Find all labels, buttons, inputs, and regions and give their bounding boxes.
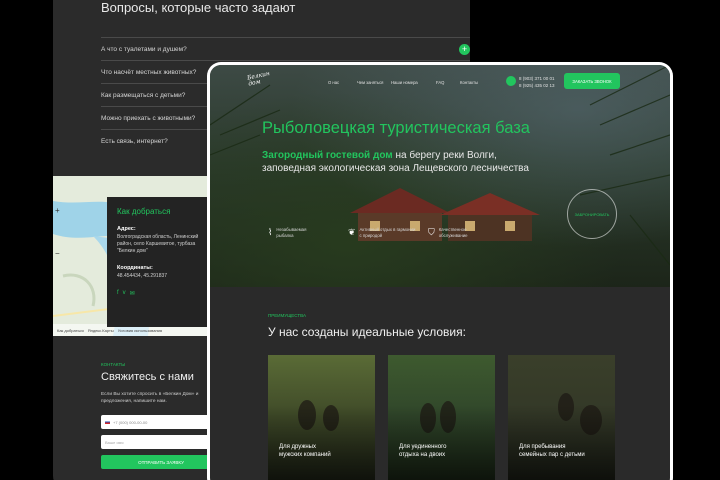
feature-text: Активный отдых в гармонии с природой (359, 227, 416, 238)
nav-menu: О нас Чем заняться Наши номера FAQ Конта… (328, 80, 490, 85)
book-badge[interactable]: ЗАБРОНИРОВАТЬ (567, 189, 617, 239)
front-screen: Белкин дом О нас Чем заняться Наши номер… (207, 62, 673, 480)
card-caption-line: семейных пар с детьми (519, 452, 585, 458)
faq-item[interactable]: А что с туалетами и душем? + (101, 37, 470, 60)
card-caption: Для пребывания семейных пар с детьми (519, 443, 585, 459)
faq-title: Вопросы, которые часто задают (101, 0, 296, 15)
card-caption: Для дружных мужских компаний (279, 443, 331, 459)
zoom-in-icon[interactable]: + (55, 206, 63, 215)
name-input[interactable]: Ваше имя (101, 435, 221, 449)
card-friends[interactable]: Для дружных мужских компаний (268, 355, 375, 480)
nav-item-faq[interactable]: FAQ (436, 80, 460, 85)
nav-item-about[interactable]: О нас (328, 80, 357, 85)
map-zoom[interactable]: + − (55, 206, 63, 258)
card-families[interactable]: Для пребывания семейных пар с детьми (508, 355, 615, 480)
card-caption-line: Для уединенного (399, 444, 447, 450)
feature-service: ⛉ Качественное обслуживание (428, 227, 508, 238)
contacts-title: Свяжитесь с нами (101, 371, 194, 383)
phone-icon (506, 76, 516, 86)
nav-phones: 8 (903) 371 00 01 8 (925) 435 02 13 (519, 76, 555, 89)
phone-number[interactable]: 8 (903) 371 00 01 (519, 76, 555, 83)
features: ⌇ Незабываемая рыбалка ❦ Активный отдых … (268, 227, 508, 238)
address-text: Волгоградская область, Ленинский район, … (117, 234, 199, 254)
coords-text: 48.454434, 45.291837 (117, 273, 168, 279)
phone-input[interactable]: +7 (000) 000-00-00 (101, 415, 221, 429)
nav-bar: Белкин дом О нас Чем заняться Наши номер… (210, 65, 670, 95)
faq-question: А что с туалетами и душем? (101, 45, 187, 53)
route-title: Как добраться (117, 207, 171, 216)
hero-subtitle-highlight: Загородный гостевой дом (262, 150, 393, 161)
plus-icon[interactable]: + (459, 43, 470, 55)
faq-question: Есть связь, интернет? (101, 137, 168, 145)
zoom-out-icon[interactable]: − (55, 249, 63, 258)
feature-fishing: ⌇ Незабываемая рыбалка (268, 227, 348, 238)
contacts-tag: КОНТАКТЫ (101, 362, 126, 367)
nav-item-activities[interactable]: Чем заняться (357, 80, 391, 85)
phone-number[interactable]: 8 (925) 435 02 13 (519, 83, 555, 90)
facebook-icon[interactable]: f (117, 290, 119, 297)
hero-title: Рыболовецкая туристическая база (262, 119, 530, 137)
card-caption-line: Для дружных (279, 444, 316, 450)
map-footer-link[interactable]: Как добраться (57, 328, 84, 333)
phone-placeholder: +7 (000) 000-00-00 (113, 419, 148, 425)
fish-icon: ⌇ (268, 226, 273, 237)
hero: Белкин дом О нас Чем заняться Наши номер… (210, 65, 670, 287)
hero-subtitle: Загородный гостевой дом на берегу реки В… (262, 149, 552, 175)
send-button[interactable]: ОТПРАВИТЬ ЗАЯВКУ (101, 455, 221, 469)
address-label: Адрес: (117, 226, 136, 232)
advantages-title: У нас созданы идеальные условия: (268, 325, 466, 339)
card-caption-line: Для пребывания (519, 444, 566, 450)
order-call-button[interactable]: ЗАКАЗАТЬ ЗВОНОК (564, 73, 620, 89)
contacts-text: Если Вы хотите спросить в «Белкин Дом» и… (101, 392, 199, 404)
faq-question: Можно приехать с животными? (101, 114, 196, 122)
card-caption: Для уединенного отдыха на двоих (399, 443, 446, 459)
mail-icon[interactable]: ✉ (130, 290, 135, 297)
faq-question: Что насчёт местных животных? (101, 68, 197, 76)
badge-text: ЗАБРОНИРОВАТЬ (574, 211, 610, 217)
card-couples[interactable]: Для уединенного отдыха на двоих (388, 355, 495, 480)
social-links: f v ✉ (117, 290, 207, 297)
front-page: Белкин дом О нас Чем заняться Наши номер… (210, 65, 670, 480)
contacts-section: КОНТАКТЫ Свяжитесь с нами Если Вы хотите… (101, 362, 221, 469)
name-placeholder: Ваше имя (105, 439, 124, 445)
feature-nature: ❦ Активный отдых в гармонии с природой (348, 227, 428, 238)
nav-item-contacts[interactable]: Контакты (460, 80, 490, 85)
faq-question: Как размещаться с детьми? (101, 91, 186, 99)
map-footer-link[interactable]: Яндекс.Карты (88, 328, 114, 333)
nav-item-rooms[interactable]: Наши номера (391, 80, 436, 85)
feature-text: Качественное обслуживание (438, 227, 468, 238)
card-caption-line: отдыха на двоих (399, 452, 446, 458)
advantages-tag: ПРЕИМУЩЕСТВА (268, 313, 307, 318)
flag-icon (105, 420, 110, 424)
route-card: Как добраться Адрес: Волгоградская облас… (107, 197, 217, 327)
logo[interactable]: Белкин дом (246, 70, 276, 91)
map-footer-link[interactable]: Условия использования (118, 328, 162, 333)
card-caption-line: мужских компаний (279, 452, 331, 458)
vk-icon[interactable]: v (123, 290, 126, 297)
shield-icon: ⛉ (428, 226, 435, 237)
feature-text: Незабываемая рыбалка (276, 227, 307, 238)
pine-branches (210, 65, 670, 266)
leaf-icon: ❦ (348, 226, 356, 237)
coords-label: Координаты: (117, 265, 153, 271)
advantage-cards: Для дружных мужских компаний Для уединен… (268, 355, 615, 480)
